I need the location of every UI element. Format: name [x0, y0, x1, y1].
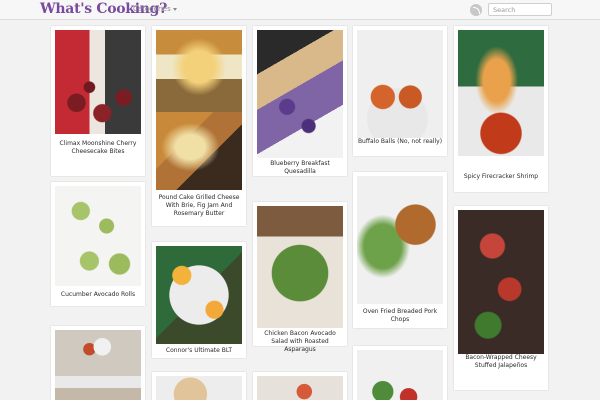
- categories-dropdown[interactable]: Categories: [133, 5, 177, 13]
- recipe-photo[interactable]: [357, 30, 443, 138]
- recipe-photo[interactable]: [55, 186, 141, 286]
- recipe-photo[interactable]: [458, 30, 544, 156]
- recipe-title[interactable]: Oven Fried Breaded Pork Chops: [355, 308, 445, 324]
- recipe-title[interactable]: Spicy Firecracker Shrimp: [456, 173, 546, 181]
- recipe-title[interactable]: Cucumber Avocado Rolls: [53, 291, 143, 299]
- recipe-photo[interactable]: [357, 350, 443, 400]
- recipe-title[interactable]: Bacon-Wrapped Cheesy Stuffed Jalapeños: [456, 354, 546, 370]
- recipe-title[interactable]: Connor's Ultimate BLT: [154, 347, 244, 355]
- categories-label: Categories: [133, 5, 171, 13]
- recipe-photo[interactable]: [55, 330, 141, 378]
- top-nav-bar: What's Cooking? Categories: [0, 0, 600, 20]
- recipe-card-stuffed-jalapenos[interactable]: Bacon-Wrapped Cheesy Stuffed Jalapeños: [454, 206, 548, 390]
- recipe-title[interactable]: Blueberry Breakfast Quesadilla: [255, 160, 345, 176]
- recipe-card-cherry-cheesecake[interactable]: Climax Moonshine Cherry Cheesecake Bites: [51, 26, 145, 176]
- recipe-card-blt[interactable]: Connor's Ultimate BLT: [152, 242, 246, 358]
- recipe-card-firecracker-shrimp[interactable]: Spicy Firecracker Shrimp: [454, 26, 548, 192]
- rss-feed-icon[interactable]: [470, 4, 482, 16]
- recipe-photo[interactable]: [156, 246, 242, 344]
- recipe-photo[interactable]: [257, 206, 343, 328]
- recipe-card-cucumber-rolls[interactable]: Cucumber Avocado Rolls: [51, 182, 145, 306]
- recipe-photo[interactable]: [458, 210, 544, 354]
- recipe-card-partial[interactable]: [152, 372, 246, 400]
- recipe-title[interactable]: Chicken Bacon Avocado Salad with Roasted…: [255, 330, 345, 354]
- chevron-down-icon: [172, 7, 177, 11]
- recipe-card-partial[interactable]: [51, 326, 145, 400]
- recipe-card-partial[interactable]: [253, 372, 347, 400]
- recipe-photo[interactable]: [55, 376, 141, 400]
- recipe-card-buffalo-balls[interactable]: Buffalo Balls (No, not really): [353, 26, 447, 156]
- recipe-title[interactable]: Climax Moonshine Cherry Cheesecake Bites: [53, 140, 143, 156]
- recipe-photo[interactable]: [357, 176, 443, 304]
- recipe-card-avocado-salad[interactable]: Chicken Bacon Avocado Salad with Roasted…: [253, 202, 347, 353]
- search-input[interactable]: [488, 3, 552, 16]
- recipe-photo[interactable]: [156, 30, 242, 112]
- recipe-photo[interactable]: [55, 30, 141, 134]
- recipe-photo[interactable]: [257, 30, 343, 158]
- recipe-title[interactable]: Buffalo Balls (No, not really): [355, 138, 445, 146]
- recipe-card-grilled-cheese[interactable]: Pound Cake Grilled Cheese With Brie, Fig…: [152, 26, 246, 226]
- recipe-photo[interactable]: [257, 376, 343, 400]
- recipe-title[interactable]: Pound Cake Grilled Cheese With Brie, Fig…: [154, 194, 244, 218]
- recipe-card-quesadilla[interactable]: Blueberry Breakfast Quesadilla: [253, 26, 347, 176]
- recipe-photo[interactable]: [156, 112, 242, 190]
- recipe-photo[interactable]: [156, 376, 242, 400]
- recipe-card-partial[interactable]: [353, 346, 447, 400]
- recipe-card-pork-chops[interactable]: Oven Fried Breaded Pork Chops: [353, 172, 447, 328]
